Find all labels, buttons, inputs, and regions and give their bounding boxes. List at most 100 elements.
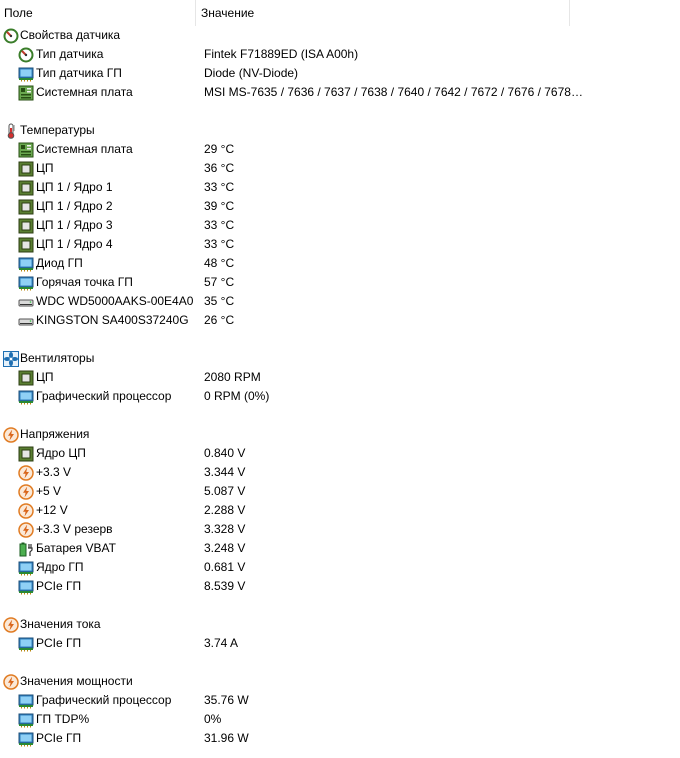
- field-value: 3.344 V: [204, 465, 246, 479]
- field-label: ЦП 1 / Ядро 3: [36, 218, 113, 232]
- motherboard-icon: [18, 142, 34, 158]
- sensor-row[interactable]: +12 V 2.288 V: [0, 501, 680, 520]
- sensor-row[interactable]: Тип датчика Fintek F71889ED (ISA A00h): [0, 45, 680, 64]
- sensor-row[interactable]: ЦП 1 / Ядро 4 33 °C: [0, 235, 680, 254]
- group-label: Свойства датчика: [20, 28, 121, 42]
- field-label: Тип датчика ГП: [36, 66, 122, 80]
- field-value: 39 °C: [204, 199, 235, 213]
- motherboard-icon: [18, 85, 34, 101]
- field-label: Ядро ЦП: [36, 446, 86, 460]
- field-value: 33 °C: [204, 237, 235, 251]
- sensor-row[interactable]: Графический процессор 0 RPM (0%): [0, 387, 680, 406]
- field-label: PCIe ГП: [36, 731, 82, 745]
- gpu-icon: [18, 256, 34, 272]
- field-label: +12 V: [36, 503, 68, 517]
- field-label: ЦП 1 / Ядро 1: [36, 180, 113, 194]
- sensor-row[interactable]: Горячая точка ГП 57 °C: [0, 273, 680, 292]
- sensor-row[interactable]: ЦП 2080 RPM: [0, 368, 680, 387]
- field-value: 31.96 W: [204, 731, 249, 745]
- sensor-row[interactable]: +3.3 V 3.344 V: [0, 463, 680, 482]
- field-label: KINGSTON SA400S37240G: [36, 313, 189, 327]
- group-header[interactable]: Температуры: [0, 121, 680, 140]
- field-value: 35.76 W: [204, 693, 249, 707]
- group-label: Вентиляторы: [20, 351, 95, 365]
- sensor-row[interactable]: Батарея VBAT 3.248 V: [0, 539, 680, 558]
- field-label: PCIe ГП: [36, 579, 82, 593]
- field-label: ЦП 1 / Ядро 2: [36, 199, 113, 213]
- sensor-row[interactable]: PCIe ГП 31.96 W: [0, 729, 680, 748]
- group-header[interactable]: Значения мощности: [0, 672, 680, 691]
- sensor-row[interactable]: KINGSTON SA400S37240G 26 °C: [0, 311, 680, 330]
- lightning-icon: [3, 674, 19, 690]
- field-value: 33 °C: [204, 218, 235, 232]
- gauge-icon: [3, 28, 19, 44]
- group-header[interactable]: Свойства датчика: [0, 26, 680, 45]
- field-value: 0%: [204, 712, 222, 726]
- column-header-field[interactable]: Поле: [0, 0, 196, 26]
- group-header[interactable]: Значения тока: [0, 615, 680, 634]
- field-label: Графический процессор: [36, 693, 172, 707]
- sensor-row[interactable]: WDC WD5000AAKS-00E4A0 35 °C: [0, 292, 680, 311]
- sensor-row[interactable]: Системная плата MSI MS-7635 / 7636 / 7637…: [0, 83, 680, 102]
- sensor-row[interactable]: Тип датчика ГП Diode (NV-Diode): [0, 64, 680, 83]
- sensor-row[interactable]: ЦП 1 / Ядро 3 33 °C: [0, 216, 680, 235]
- field-value: 3.74 A: [204, 636, 239, 650]
- field-label: Системная плата: [36, 142, 133, 156]
- cpu-icon: [18, 180, 34, 196]
- field-label: Системная плата: [36, 85, 133, 99]
- field-value: 2.288 V: [204, 503, 246, 517]
- field-label: Графический процессор: [36, 389, 172, 403]
- group-header[interactable]: Напряжения: [0, 425, 680, 444]
- field-value: 3.248 V: [204, 541, 246, 555]
- field-label: PCIe ГП: [36, 636, 82, 650]
- group-header[interactable]: Вентиляторы: [0, 349, 680, 368]
- sensor-list[interactable]: Поле Значение Свойства датчика Тип датчик…: [0, 0, 680, 758]
- field-value: 0.840 V: [204, 446, 246, 460]
- sensor-row[interactable]: ЦП 36 °C: [0, 159, 680, 178]
- field-label: ГП TDP%: [36, 712, 90, 726]
- sensor-row[interactable]: Ядро ГП 0.681 V: [0, 558, 680, 577]
- sensor-row[interactable]: ЦП 1 / Ядро 2 39 °C: [0, 197, 680, 216]
- lightning-icon: [18, 465, 34, 481]
- column-header: Поле Значение: [0, 0, 680, 26]
- field-label: +3.3 V: [36, 465, 72, 479]
- field-value: 36 °C: [204, 161, 235, 175]
- sensor-row[interactable]: +3.3 V резерв 3.328 V: [0, 520, 680, 539]
- cpu-icon: [18, 161, 34, 177]
- sensor-row[interactable]: ЦП 1 / Ядро 1 33 °C: [0, 178, 680, 197]
- field-value: 5.087 V: [204, 484, 246, 498]
- field-value: 57 °C: [204, 275, 235, 289]
- sensor-row[interactable]: PCIe ГП 3.74 A: [0, 634, 680, 653]
- sensor-row[interactable]: Графический процессор 35.76 W: [0, 691, 680, 710]
- sensor-row[interactable]: Ядро ЦП 0.840 V: [0, 444, 680, 463]
- column-header-value[interactable]: Значение: [197, 0, 570, 26]
- field-value: 3.328 V: [204, 522, 246, 536]
- sensor-row[interactable]: +5 V 5.087 V: [0, 482, 680, 501]
- field-value: MSI MS-7635 / 7636 / 7637 / 7638 / 7640 …: [204, 85, 583, 99]
- sensor-row[interactable]: Диод ГП 48 °C: [0, 254, 680, 273]
- group-label: Температуры: [20, 123, 95, 137]
- cpu-icon: [18, 237, 34, 253]
- hard-drive-icon: [18, 313, 34, 329]
- field-label: Горячая точка ГП: [36, 275, 133, 289]
- sensor-row[interactable]: ГП TDP% 0%: [0, 710, 680, 729]
- gpu-icon: [18, 636, 34, 652]
- cpu-icon: [18, 199, 34, 215]
- group-label: Значения мощности: [20, 674, 133, 688]
- gpu-icon: [18, 275, 34, 291]
- lightning-icon: [3, 427, 19, 443]
- field-label: WDC WD5000AAKS-00E4A0: [36, 294, 194, 308]
- field-label: ЦП 1 / Ядро 4: [36, 237, 113, 251]
- field-label: Диод ГП: [36, 256, 83, 270]
- cpu-icon: [18, 218, 34, 234]
- sensor-row[interactable]: PCIe ГП 8.539 V: [0, 577, 680, 596]
- gpu-icon: [18, 560, 34, 576]
- field-value: 0.681 V: [204, 560, 246, 574]
- field-label: Батарея VBAT: [36, 541, 116, 555]
- battery-icon: [18, 541, 34, 557]
- field-label: Ядро ГП: [36, 560, 84, 574]
- sensor-row[interactable]: Системная плата 29 °C: [0, 140, 680, 159]
- field-label: ЦП: [36, 370, 54, 384]
- field-value: 8.539 V: [204, 579, 246, 593]
- fan-icon: [3, 351, 19, 367]
